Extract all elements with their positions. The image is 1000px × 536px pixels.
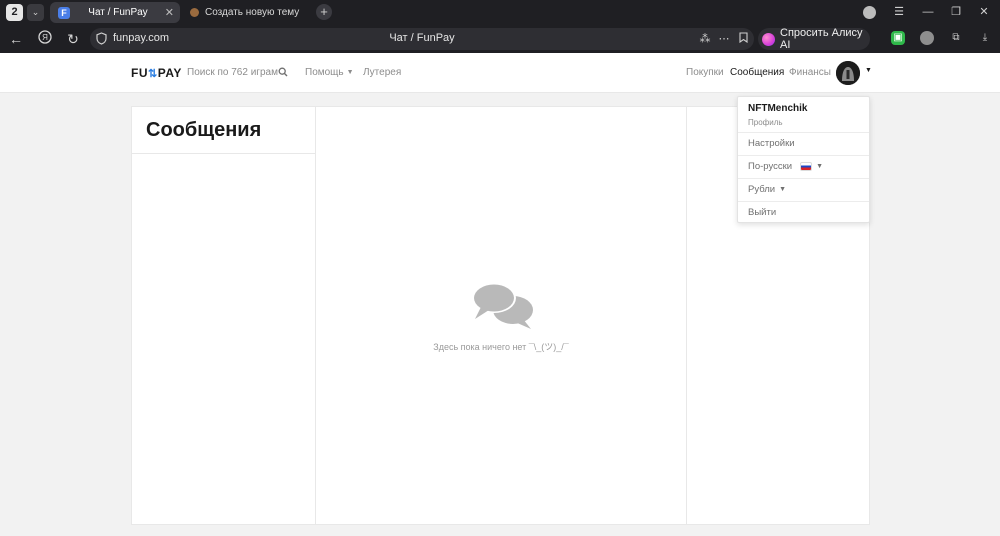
funpay-favicon-icon: F [58,6,70,19]
avatar-chevron-down-icon[interactable]: ▼ [865,67,872,74]
tab-list-chevron-icon[interactable]: ⌄ [27,4,44,21]
logo-text-right: PAY [157,66,182,80]
finances-link[interactable]: Финансы [789,67,831,78]
restore-icon[interactable]: ❐ [946,4,966,20]
yandex-icon[interactable]: Я [36,30,54,48]
chevron-down-icon: ▼ [816,163,823,170]
empty-state-text: Здесь пока ничего нет ¯\_(ツ)_/¯ [433,342,569,352]
chat-bubbles-icon [472,283,533,329]
extension-lock-icon[interactable]: ▣ [891,31,905,45]
tab-funpay-chat[interactable]: F Чат / FunPay ✕ [50,2,180,23]
logo-text-left: FU [131,66,148,80]
browser-tab-strip: 2 ⌄ F Чат / FunPay ✕ Создать новую тему … [0,0,1000,25]
bookmark-icon[interactable] [736,32,750,46]
tab-title: Создать новую тему - Rea [205,7,302,18]
browser-menu-icon[interactable]: ☰ [889,4,909,20]
language-label: По-русски [748,161,793,172]
logout-label: Выйти [748,207,777,218]
logo-arrows-icon: ⇅ [148,68,158,80]
dropdown-profile-link[interactable]: Профиль [748,118,783,127]
new-tab-button[interactable]: + [316,4,332,20]
svg-text:Я: Я [42,33,48,42]
currency-menu-item[interactable]: Рубли ▼ [748,184,786,195]
purchases-link[interactable]: Покупки [686,67,724,78]
browser-address-bar: ← Я ↻ funpay.com Чат / FunPay ⁂ ⋯ Спроси… [0,25,1000,53]
site-favicon-icon [190,8,199,17]
ask-alice-label: Спросить Алису AI [780,27,863,51]
translate-icon[interactable]: ⁂ [698,32,712,45]
messages-link[interactable]: Сообщения [730,67,784,78]
lottery-link[interactable]: Лутерея [363,67,401,78]
tab-create-topic[interactable]: Создать новую тему - Rea [182,2,310,23]
currency-label: Рубли [748,184,776,195]
divider [738,178,869,179]
globe-icon[interactable] [920,31,934,45]
logout-menu-item[interactable]: Выйти [748,207,776,218]
language-menu-item[interactable]: По-русски ▼ [748,161,823,172]
funpay-logo[interactable]: FU⇅PAY [131,66,182,80]
chevron-down-icon: ▼ [346,68,354,76]
user-dropdown-menu: NFTMenchik Профиль Настройки По-русски ▼ … [737,96,870,223]
divider [132,153,315,154]
user-avatar[interactable] [836,61,860,85]
collections-icon[interactable]: ⧉ [949,31,963,45]
chevron-down-icon: ▼ [779,186,786,193]
search-icon[interactable] [278,67,288,77]
help-menu[interactable]: Помощь ▼ [305,67,354,78]
divider [738,201,869,202]
tab-title: Чат / FunPay [88,7,148,18]
download-icon[interactable]: ⤓ [978,31,992,45]
settings-menu-item[interactable]: Настройки [748,138,795,149]
back-arrow-icon[interactable]: ← [7,30,25,48]
close-tab-icon[interactable]: ✕ [165,6,174,19]
browser-profile-icon[interactable] [863,6,876,19]
url-field[interactable]: funpay.com Чат / FunPay ⁂ ⋯ [90,28,754,50]
russian-flag-icon [800,162,813,171]
site-header: FU⇅PAY Поиск по 762 играм Помощь ▼ Лутере… [0,53,1000,93]
minimize-icon[interactable]: — [918,4,938,20]
settings-label: Настройки [748,138,795,149]
page-title: Сообщения [146,119,262,141]
close-window-icon[interactable]: ✕ [974,4,994,20]
address-page-title: Чат / FunPay [389,32,455,44]
chat-empty-state: Здесь пока ничего нет ¯\_(ツ)_/¯ [317,107,685,524]
help-label: Помощь [305,67,344,78]
search-games-link[interactable]: Поиск по 762 играм [187,67,278,78]
alice-logo-icon [762,32,775,46]
divider [738,132,869,133]
reload-icon[interactable]: ↻ [64,30,82,48]
tab-counter[interactable]: 2 [6,4,23,21]
divider [738,155,869,156]
dropdown-username[interactable]: NFTMenchik [748,103,807,114]
contacts-column: Сообщения [132,107,316,524]
more-dots-icon[interactable]: ⋯ [717,32,731,45]
ask-alice-button[interactable]: Спросить Алису AI [758,27,870,51]
